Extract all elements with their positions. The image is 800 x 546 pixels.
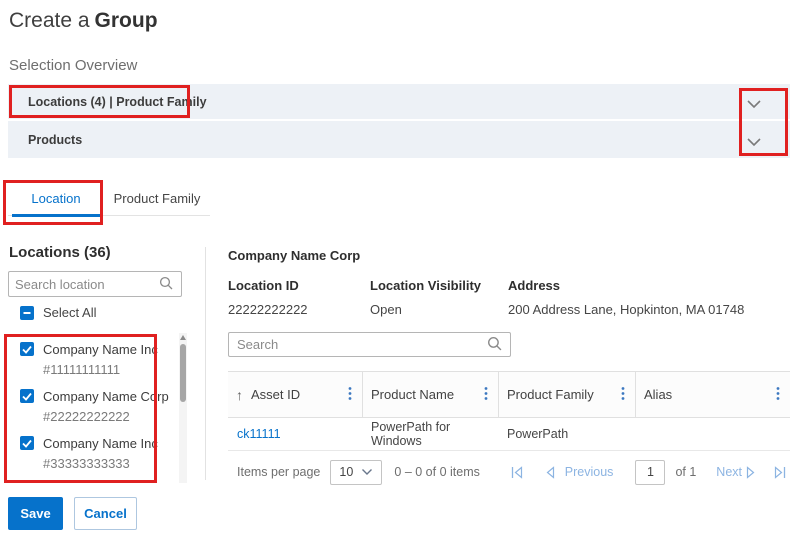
chevron-down-icon[interactable] xyxy=(746,97,762,107)
column-menu-icon[interactable] xyxy=(621,386,625,403)
field-value: 200 Address Lane, Hopkinton, MA 01748 xyxy=(508,302,790,317)
search-icon[interactable] xyxy=(487,336,502,354)
select-all-label: Select All xyxy=(43,305,96,320)
cancel-button[interactable]: Cancel xyxy=(74,497,137,530)
product-family-cell: PowerPath xyxy=(498,427,635,441)
list-item[interactable]: Company Name Inc #11111111111 xyxy=(20,340,160,377)
column-header-asset-id[interactable]: ↑ Asset ID xyxy=(228,372,362,417)
tab-strip: Location Product Family xyxy=(8,183,210,216)
company-name: Company Name Corp xyxy=(228,248,790,263)
save-button[interactable]: Save xyxy=(8,497,63,530)
previous-page-icon[interactable] xyxy=(545,466,555,479)
selection-overview-heading: Selection Overview xyxy=(9,57,137,74)
tab-product-family[interactable]: Product Family xyxy=(104,183,210,216)
location-name: Company Name Inc xyxy=(43,436,158,451)
column-label: Asset ID xyxy=(251,387,300,402)
items-per-page-select[interactable]: 10 xyxy=(330,460,382,485)
field-location-visibility: Location Visibility Open xyxy=(370,278,508,317)
column-header-product-name[interactable]: Product Name xyxy=(362,372,498,417)
page-title-emphasis: Group xyxy=(95,9,158,32)
locations-heading: Locations (36) xyxy=(9,244,111,261)
checkbox-checked-icon[interactable] xyxy=(20,389,34,403)
page-title-prefix: Create a xyxy=(9,9,90,32)
location-detail-panel: Company Name Corp Location ID 2222222222… xyxy=(228,248,790,493)
last-page-icon[interactable] xyxy=(774,466,786,479)
first-page-icon[interactable] xyxy=(511,466,523,479)
location-name: Company Name Inc xyxy=(43,342,158,357)
sort-ascending-icon[interactable]: ↑ xyxy=(236,387,243,403)
product-name-cell: PowerPath for Windows xyxy=(362,420,498,448)
location-name: Company Name Corp xyxy=(43,389,169,404)
asset-id-link[interactable]: ck11111 xyxy=(237,427,281,441)
accordion-products[interactable]: Products xyxy=(8,121,790,158)
detail-fields: Location ID 22222222222 Location Visibil… xyxy=(228,278,790,317)
asset-search-input[interactable] xyxy=(229,337,487,352)
field-value: Open xyxy=(370,302,508,317)
create-group-page: Create aGroup Selection Overview Locatio… xyxy=(0,0,800,546)
field-label: Location Visibility xyxy=(370,278,508,293)
column-menu-icon[interactable] xyxy=(776,386,780,403)
field-value: 22222222222 xyxy=(228,302,370,317)
location-search xyxy=(8,271,182,297)
items-per-page-value: 10 xyxy=(339,465,353,479)
previous-button[interactable]: Previous xyxy=(565,465,614,479)
table-row: ck11111 PowerPath for Windows PowerPath xyxy=(228,418,790,451)
items-range-text: 0 – 0 of 0 items xyxy=(394,465,479,479)
next-label: Next xyxy=(716,465,742,479)
pagination-bar: Items per page 10 0 – 0 of 0 items Previ… xyxy=(228,451,790,493)
items-per-page-label: Items per page xyxy=(237,465,320,479)
list-item[interactable]: Company Name Corp #22222222222 xyxy=(20,387,160,424)
list-item[interactable]: Company Name Inc #33333333333 xyxy=(20,434,160,471)
select-all-row: Select All xyxy=(20,305,96,320)
column-label: Product Name xyxy=(371,387,454,402)
scrollbar[interactable] xyxy=(179,333,187,483)
location-id: #22222222222 xyxy=(43,409,160,424)
panel-divider xyxy=(205,247,206,480)
accordion-locations-product-family[interactable]: Locations (4) | Product Family xyxy=(8,84,790,119)
page-of-text: of 1 xyxy=(675,465,696,479)
assets-table-header: ↑ Asset ID Product Name Product Family xyxy=(228,371,790,418)
field-location-id: Location ID 22222222222 xyxy=(228,278,370,317)
field-label: Address xyxy=(508,278,790,293)
scroll-up-icon[interactable] xyxy=(180,335,186,340)
column-label: Product Family xyxy=(507,387,594,402)
tab-location[interactable]: Location xyxy=(8,183,104,216)
checkbox-checked-icon[interactable] xyxy=(20,342,34,356)
column-header-alias[interactable]: Alias xyxy=(635,372,790,417)
select-all-checkbox-indeterminate-icon[interactable] xyxy=(20,306,34,320)
asset-search xyxy=(228,332,511,357)
page-number-input[interactable] xyxy=(635,460,665,485)
scrollbar-thumb[interactable] xyxy=(180,344,186,402)
checkbox-checked-icon[interactable] xyxy=(20,436,34,450)
column-menu-icon[interactable] xyxy=(484,386,488,403)
column-header-product-family[interactable]: Product Family xyxy=(498,372,635,417)
chevron-down-icon[interactable] xyxy=(746,135,762,145)
accordion-label: Locations (4) | Product Family xyxy=(28,95,207,109)
field-label: Location ID xyxy=(228,278,370,293)
next-button[interactable]: Next xyxy=(712,465,756,479)
location-id: #11111111111 xyxy=(43,362,160,377)
page-title: Create aGroup xyxy=(9,9,158,33)
location-list: Company Name Inc #11111111111 Company Na… xyxy=(20,340,160,481)
column-menu-icon[interactable] xyxy=(348,386,352,403)
next-page-icon xyxy=(746,466,756,479)
location-id: #33333333333 xyxy=(43,456,160,471)
assets-table: ↑ Asset ID Product Name Product Family xyxy=(228,371,790,493)
search-icon[interactable] xyxy=(159,276,173,293)
chevron-down-icon xyxy=(361,468,373,476)
field-address: Address 200 Address Lane, Hopkinton, MA … xyxy=(508,278,790,317)
location-search-input[interactable] xyxy=(9,277,159,292)
accordion-label: Products xyxy=(28,133,82,147)
column-label: Alias xyxy=(644,387,672,402)
